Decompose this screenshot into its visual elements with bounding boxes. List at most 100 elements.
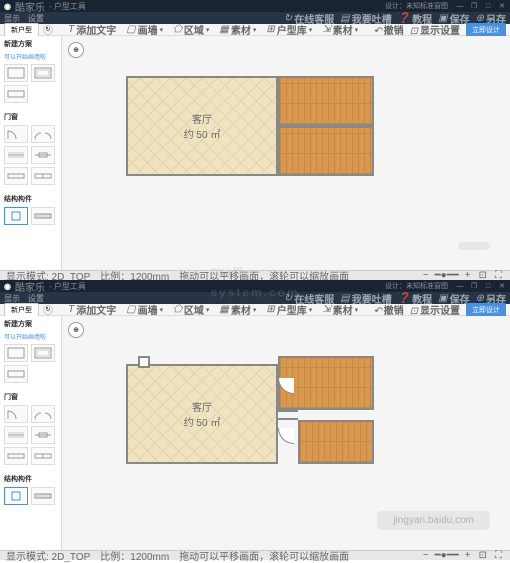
room-living[interactable]: 客厅 约 50 ㎡ — [126, 76, 278, 176]
structure-type-1[interactable] — [4, 487, 28, 505]
sidebar: 新建方案 可以开始画墙啦 门窗 结构构件 — [0, 316, 62, 550]
room-living-label: 客厅 约 50 ㎡ — [184, 399, 221, 429]
maximize-button[interactable]: □ — [484, 282, 492, 290]
door-type-1[interactable] — [4, 125, 28, 143]
room-living-label: 客厅 约 50 ㎡ — [184, 111, 221, 141]
opening[interactable] — [278, 410, 298, 420]
window-type-2[interactable] — [31, 447, 55, 465]
refresh-button[interactable]: ↻ — [43, 25, 53, 35]
asset-icon: ⇲ — [322, 304, 330, 315]
section-new-plan: 新建方案 — [0, 36, 61, 52]
toolbar: 新户型 ↻ T添加文字 ▢画墙▾ ⬠区域▾ ▦素材▾ ⊞户型库▾ ⇲素材▾ ↶ … — [0, 304, 510, 316]
section-doors: 门窗 — [0, 109, 61, 125]
structure-type-1[interactable] — [4, 207, 28, 225]
minimize-button[interactable]: — — [456, 282, 464, 290]
tool-area[interactable]: ⬠区域▾ — [173, 22, 209, 37]
tab-new-plan[interactable]: 新户型 — [4, 303, 39, 317]
app-name: 酷家乐 — [15, 279, 45, 294]
display-settings-button[interactable]: ⊡ 显示设置 — [410, 22, 460, 37]
material-icon: ▦ — [219, 304, 228, 315]
restore-button[interactable]: ❐ — [470, 282, 478, 290]
close-button[interactable]: ✕ — [498, 282, 506, 290]
tool-area[interactable]: ⬠区域▾ — [173, 302, 209, 317]
area-icon: ⬠ — [173, 24, 182, 35]
canvas[interactable]: ⊕ 客厅 约 50 ㎡ — [62, 36, 510, 270]
zoom-slider[interactable]: ━●━━ — [435, 550, 459, 561]
tool-text[interactable]: T添加文字 — [68, 22, 116, 37]
room-bedroom-2[interactable] — [298, 420, 374, 464]
door-type-3[interactable] — [4, 426, 28, 444]
display-settings-button[interactable]: ⊡ 显示设置 — [410, 302, 460, 317]
door-2[interactable] — [278, 428, 294, 444]
zoom-in-button[interactable]: + — [463, 550, 473, 561]
door-type-2[interactable] — [31, 125, 55, 143]
tab-new-plan[interactable]: 新户型 — [4, 23, 39, 37]
door-type-2[interactable] — [31, 405, 55, 423]
statusbar: 显示模式: 2D_TOP 比例：1200mm 拖动可以平移画面，滚轮可以缩放画面… — [0, 270, 510, 280]
window-type-1[interactable] — [4, 447, 28, 465]
room-bedroom-1[interactable] — [278, 76, 374, 126]
app-name: 酷家乐 — [15, 0, 45, 14]
area-icon: ⬠ — [173, 304, 182, 315]
undo-button[interactable]: ↶ 撤销 — [373, 302, 403, 317]
undo-button[interactable]: ↶ 撤销 — [373, 22, 403, 37]
wall-type-1[interactable] — [4, 64, 28, 82]
tool-asset[interactable]: ⇲素材▾ — [322, 302, 358, 317]
structure-type-2[interactable] — [31, 487, 55, 505]
tool-material[interactable]: ▦素材▾ — [219, 302, 256, 317]
door-type-4[interactable] — [31, 426, 55, 444]
refresh-button[interactable]: ↻ — [43, 305, 53, 315]
wall-type-3[interactable] — [4, 85, 28, 103]
design-info: 设计：未知标准窗图 — [385, 1, 448, 11]
room-living[interactable]: 客厅 约 50 ㎡ — [126, 364, 278, 464]
tool-library[interactable]: ⊞户型库▾ — [266, 302, 312, 317]
library-icon: ⊞ — [266, 24, 274, 35]
wall-type-3[interactable] — [4, 365, 28, 383]
tool-wall[interactable]: ▢画墙▾ — [126, 22, 163, 37]
compass-icon[interactable]: ⊕ — [68, 322, 84, 338]
tool-wall[interactable]: ▢画墙▾ — [126, 302, 163, 317]
status-scale: 比例：1200mm — [100, 548, 169, 563]
design-info: 设计：未知标准窗图 — [385, 281, 448, 291]
tool-asset[interactable]: ⇲素材▾ — [322, 22, 358, 37]
placeholder-tag: jingyan.baidu.com — [377, 511, 490, 530]
door-type-1[interactable] — [4, 405, 28, 423]
canvas[interactable]: ⊕ 客厅 约 50 ㎡ jingyan.baidu.com — [62, 316, 510, 550]
door-type-4[interactable] — [31, 146, 55, 164]
toolbar: 新户型 ↻ T添加文字 ▢画墙▾ ⬠区域▾ ▦素材▾ ⊞户型库▾ ⇲素材▾ ↶ … — [0, 24, 510, 36]
sidebar: 新建方案 可以开始画墙啦 门窗 结构构件 — [0, 36, 62, 270]
minimize-button[interactable]: — — [456, 2, 464, 10]
fullscreen-button[interactable]: ⛶ — [493, 550, 504, 561]
restore-button[interactable]: ❐ — [470, 2, 478, 10]
section-structure: 结构构件 — [0, 191, 61, 207]
section-new-plan: 新建方案 — [0, 316, 61, 332]
material-icon: ▦ — [219, 24, 228, 35]
fit-button[interactable]: ⊡ — [477, 550, 489, 561]
design-button[interactable]: 立即设计 — [466, 303, 506, 317]
compass-icon[interactable]: ⊕ — [68, 42, 84, 58]
app-logo: ◉ — [4, 2, 11, 11]
maximize-button[interactable]: □ — [484, 2, 492, 10]
structure-type-2[interactable] — [31, 207, 55, 225]
close-button[interactable]: ✕ — [498, 2, 506, 10]
door-type-3[interactable] — [4, 146, 28, 164]
statusbar: 显示模式: 2D_TOP 比例：1200mm 拖动可以平移画面，滚轮可以缩放画面… — [0, 550, 510, 560]
design-button[interactable]: 立即设计 — [466, 23, 506, 37]
tool-material[interactable]: ▦素材▾ — [219, 22, 256, 37]
column[interactable] — [138, 356, 150, 368]
window-type-2[interactable] — [31, 167, 55, 185]
text-icon: T — [68, 24, 74, 35]
zoom-out-button[interactable]: − — [421, 550, 431, 561]
wall-type-2[interactable] — [31, 64, 55, 82]
wall-icon: ▢ — [126, 304, 135, 315]
tool-library[interactable]: ⊞户型库▾ — [266, 22, 312, 37]
wall-type-2[interactable] — [31, 344, 55, 362]
wall-type-1[interactable] — [4, 344, 28, 362]
app-logo: ◉ — [4, 282, 11, 291]
room-bedroom-2[interactable] — [278, 126, 374, 176]
library-icon: ⊞ — [266, 304, 274, 315]
section-hint: 可以开始画墙啦 — [0, 52, 61, 64]
window-type-1[interactable] — [4, 167, 28, 185]
tool-text[interactable]: T添加文字 — [68, 302, 116, 317]
floorplan: 客厅 约 50 ㎡ — [126, 356, 374, 464]
